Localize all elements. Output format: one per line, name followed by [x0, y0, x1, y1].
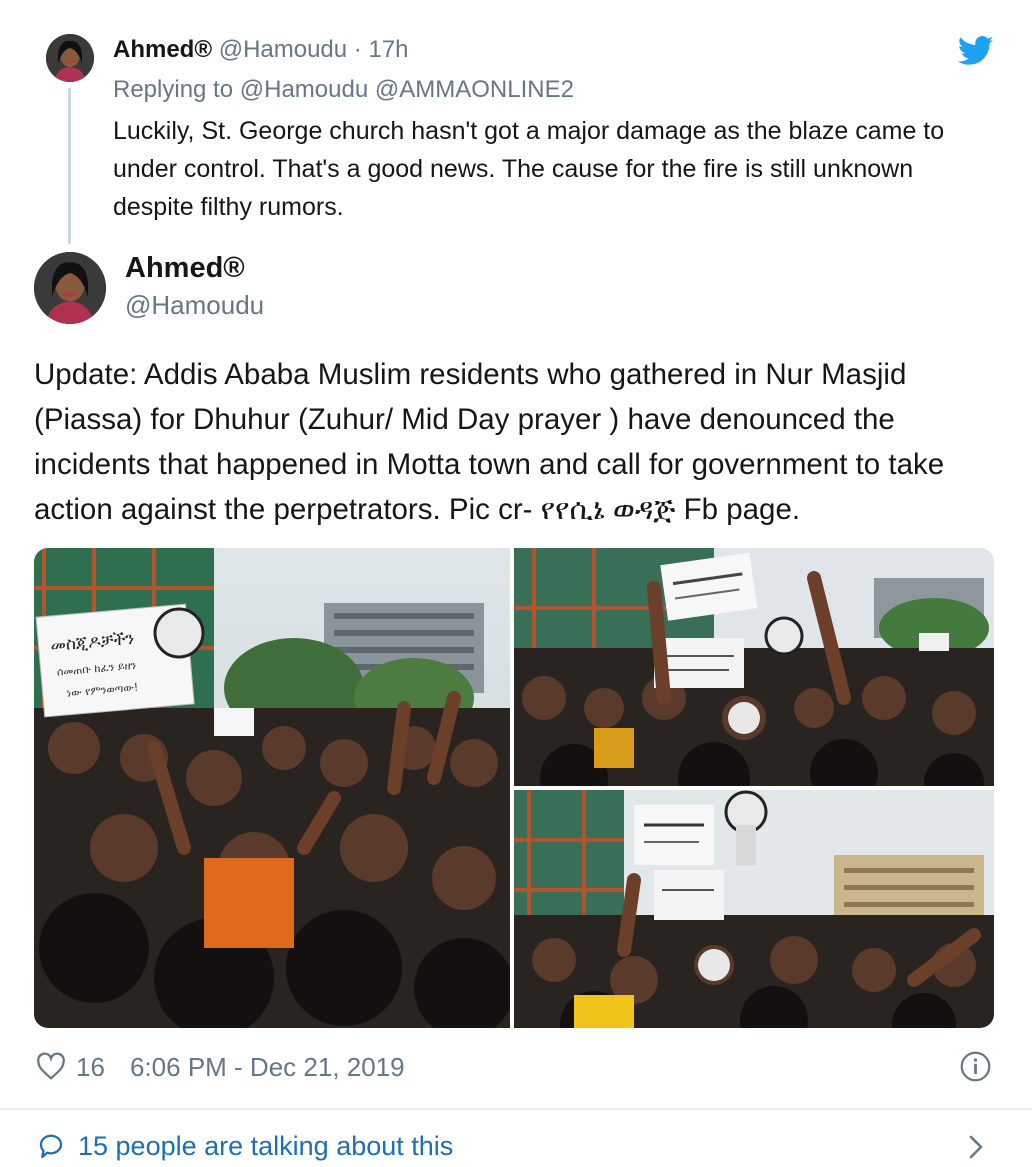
- tweet-timestamp[interactable]: 6:06 PM - Dec 21, 2019: [130, 1052, 405, 1083]
- replying-prefix: Replying to: [113, 76, 240, 103]
- author-handle[interactable]: @Hamoudu: [125, 290, 264, 321]
- info-icon[interactable]: [959, 1050, 992, 1083]
- divider: [0, 1108, 1032, 1110]
- author-name[interactable]: Ahmed®: [125, 252, 245, 285]
- parent-author-handle[interactable]: @Hamoudu: [219, 36, 347, 63]
- tweet-text: Update: Addis Ababa Muslim residents who…: [34, 358, 945, 526]
- mention-link[interactable]: @AMMAONLINE2: [375, 76, 574, 103]
- heart-icon[interactable]: [36, 1052, 66, 1082]
- photo-grid: መስጂዶቻችን ሰመጠቡ ከፈን ይዘን ነው የምንወጣው!: [34, 548, 994, 1028]
- avatar[interactable]: [34, 252, 106, 324]
- replying-to: Replying to @Hamoudu @AMMAONLINE2: [113, 76, 574, 104]
- parent-tweet-header: Ahmed® @Hamoudu · 17h: [113, 36, 409, 64]
- talking-about-link[interactable]: 15 people are talking about this: [78, 1131, 453, 1162]
- parent-tweet-time[interactable]: 17h: [368, 36, 408, 63]
- tweet-photo-3[interactable]: [514, 790, 994, 1028]
- avatar[interactable]: [46, 34, 94, 82]
- mention-link[interactable]: @Hamoudu: [240, 76, 368, 103]
- speech-bubble-icon: [36, 1132, 66, 1162]
- thread-line: [68, 88, 71, 244]
- like-count[interactable]: 16: [76, 1052, 105, 1083]
- twitter-bird-icon[interactable]: [957, 36, 994, 66]
- tweet-photo-2[interactable]: [514, 548, 994, 786]
- chevron-right-icon[interactable]: [966, 1134, 986, 1160]
- meta-separator: ·: [347, 36, 369, 63]
- tweet-photo-1[interactable]: መስጂዶቻችን ሰመጠቡ ከፈን ይዘን ነው የምንወጣው!: [34, 548, 510, 1028]
- parent-tweet-text: Luckily, St. George church hasn't got a …: [113, 117, 945, 221]
- parent-author-name[interactable]: Ahmed®: [113, 36, 212, 63]
